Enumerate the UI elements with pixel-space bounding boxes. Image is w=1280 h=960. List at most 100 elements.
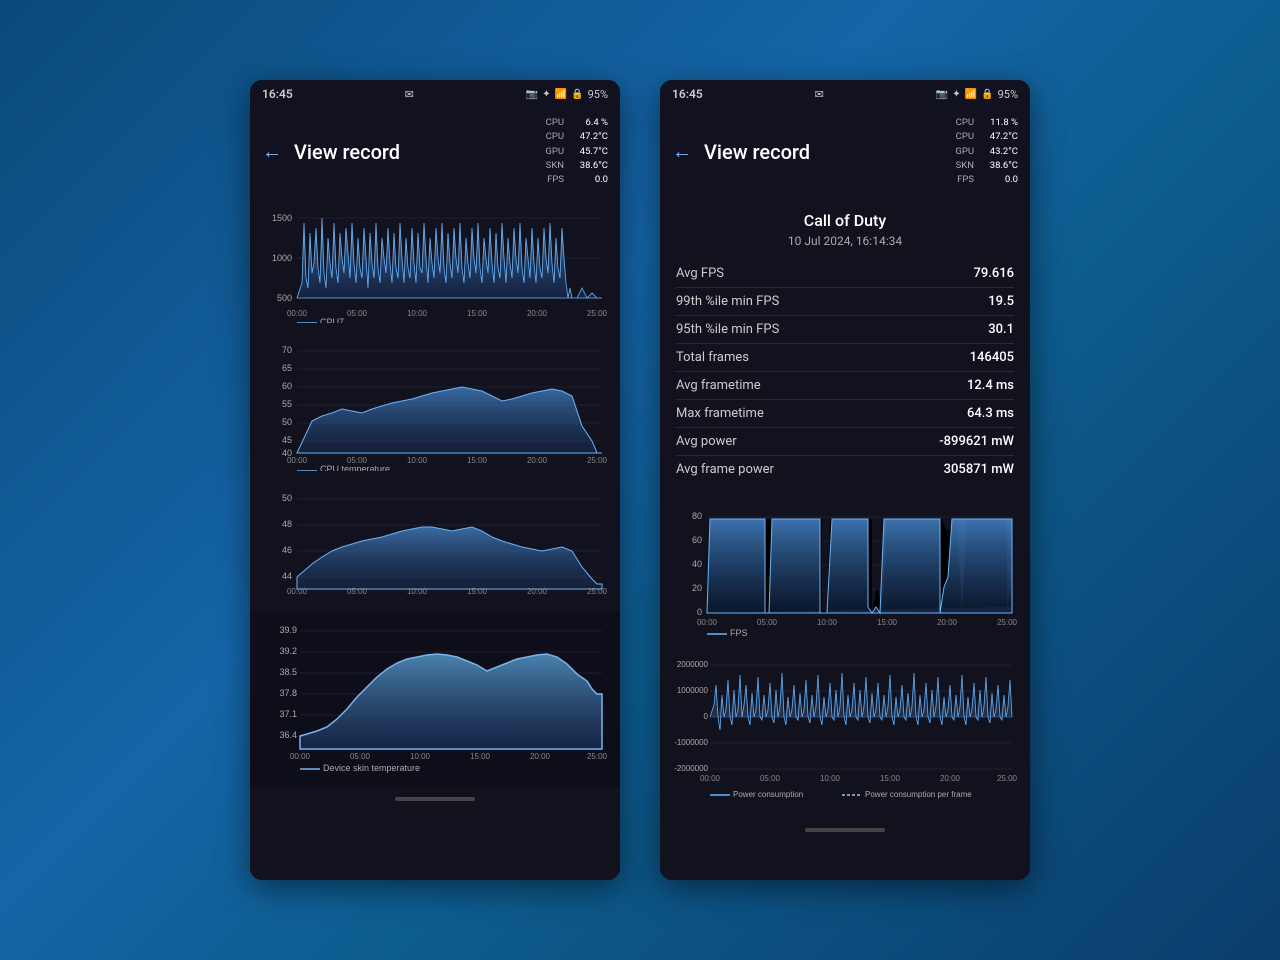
back-button-right[interactable]: ← bbox=[672, 139, 692, 164]
svg-text:36.4: 36.4 bbox=[279, 730, 297, 740]
stat-val-99: 19.5 bbox=[988, 294, 1014, 309]
stat-val-frame-power: 305871 mW bbox=[944, 462, 1014, 477]
svg-text:05:00: 05:00 bbox=[757, 618, 778, 627]
svg-text:10:00: 10:00 bbox=[820, 774, 841, 783]
bluetooth-icon: ✦ bbox=[542, 89, 550, 100]
chart-fps: 80 60 40 20 0 00:00 05:00 10:00 bbox=[660, 499, 1030, 645]
content-right: Call of Duty 10 Jul 2024, 16:14:34 Avg F… bbox=[660, 195, 1030, 880]
stat-name-frame-power: Avg frame power bbox=[676, 462, 774, 477]
svg-text:60: 60 bbox=[282, 381, 292, 391]
wifi-icon: 📶 bbox=[555, 89, 567, 100]
svg-text:0: 0 bbox=[697, 607, 702, 617]
svg-text:500: 500 bbox=[277, 293, 292, 303]
svg-text:10:00: 10:00 bbox=[407, 309, 428, 318]
svg-text:Device skin temperature: Device skin temperature bbox=[323, 763, 420, 773]
svg-text:45: 45 bbox=[282, 435, 292, 445]
svg-text:20: 20 bbox=[692, 583, 702, 593]
stat-row-max-ft: Max frametime 64.3 ms bbox=[676, 400, 1014, 428]
power-svg: 2000000 1000000 0 -1000000 -2000000 00:0… bbox=[672, 655, 1018, 810]
camera-icon-r: 📷 bbox=[936, 89, 948, 100]
status-bar-right: 16:45 ✉ 📷 ✦ 📶 🔒 95% bbox=[660, 80, 1030, 108]
svg-text:15:00: 15:00 bbox=[467, 587, 488, 596]
cpu-temp-svg: 70 65 60 55 50 45 40 00:00 05:00 10:00 bbox=[262, 341, 608, 471]
header-stats-left: CPU6.4 % CPU47.2°C GPU45.7°C SKN38.6°C F… bbox=[545, 116, 608, 187]
stat-val-95: 30.1 bbox=[988, 322, 1014, 337]
svg-text:10:00: 10:00 bbox=[817, 618, 838, 627]
svg-text:40: 40 bbox=[692, 559, 702, 569]
stat-val-max-ft: 64.3 ms bbox=[967, 406, 1014, 421]
svg-text:25:00: 25:00 bbox=[997, 774, 1018, 783]
left-phone: 16:45 ✉ 📷 ✦ 📶 🔒 95% ← View record CPU6.4… bbox=[250, 80, 620, 880]
status-bar-left: 16:45 ✉ 📷 ✦ 📶 🔒 95% bbox=[250, 80, 620, 108]
stat-name-max-ft: Max frametime bbox=[676, 406, 764, 421]
svg-text:39.2: 39.2 bbox=[279, 646, 297, 656]
svg-text:05:00: 05:00 bbox=[347, 587, 368, 596]
game-date: 10 Jul 2024, 16:14:34 bbox=[660, 234, 1030, 248]
svg-text:05:00: 05:00 bbox=[350, 752, 371, 761]
stat-val-frames: 146405 bbox=[970, 350, 1014, 365]
stat-row-frame-power: Avg frame power 305871 mW bbox=[676, 456, 1014, 483]
stats-table: Avg FPS 79.616 99th %ile min FPS 19.5 95… bbox=[660, 260, 1030, 483]
svg-text:1000000: 1000000 bbox=[677, 686, 709, 695]
stat-name-99: 99th %ile min FPS bbox=[676, 294, 779, 309]
stat-val-avg-power: -899621 mW bbox=[939, 434, 1014, 449]
svg-text:05:00: 05:00 bbox=[760, 774, 781, 783]
svg-text:65: 65 bbox=[282, 363, 292, 373]
svg-text:00:00: 00:00 bbox=[290, 752, 311, 761]
wifi-icon-r: 📶 bbox=[965, 89, 977, 100]
header-stats-right: CPU11.8 % CPU47.2°C GPU43.2°C SKN38.6°C … bbox=[955, 116, 1018, 187]
stat-name-avg-fps: Avg FPS bbox=[676, 266, 724, 281]
svg-text:48: 48 bbox=[282, 519, 292, 529]
stat-val-avg-fps: 79.616 bbox=[973, 266, 1014, 281]
chart-cpu-temp: 70 65 60 55 50 45 40 00:00 05:00 10:00 bbox=[250, 333, 620, 479]
svg-text:70: 70 bbox=[282, 345, 292, 355]
svg-text:50: 50 bbox=[282, 417, 292, 427]
stat-name-avg-ft: Avg frametime bbox=[676, 378, 761, 393]
camera-icon: 📷 bbox=[526, 89, 538, 100]
status-time-left: 16:45 bbox=[262, 87, 293, 101]
chart-gpu-temp: 50 48 46 44 00:00 05:00 10:00 15:00 20:0… bbox=[250, 481, 620, 607]
svg-text:Power consumption per frame: Power consumption per frame bbox=[865, 790, 972, 799]
svg-text:50: 50 bbox=[282, 493, 292, 503]
svg-text:10:00: 10:00 bbox=[410, 752, 431, 761]
right-phone: 16:45 ✉ 📷 ✦ 📶 🔒 95% ← View record CPU11.… bbox=[660, 80, 1030, 880]
svg-text:CPU temperature: CPU temperature bbox=[320, 464, 390, 471]
svg-text:37.1: 37.1 bbox=[279, 709, 297, 719]
svg-text:15:00: 15:00 bbox=[467, 456, 488, 465]
gpu-temp-svg: 50 48 46 44 00:00 05:00 10:00 15:00 20:0… bbox=[262, 489, 608, 599]
svg-text:-2000000: -2000000 bbox=[674, 764, 708, 773]
svg-text:60: 60 bbox=[692, 535, 702, 545]
svg-text:15:00: 15:00 bbox=[467, 309, 488, 318]
svg-text:15:00: 15:00 bbox=[877, 618, 898, 627]
page-title-left: View record bbox=[294, 140, 545, 164]
stat-row-avg-fps: Avg FPS 79.616 bbox=[676, 260, 1014, 288]
status-icons-left: 📷 ✦ 📶 🔒 95% bbox=[526, 88, 608, 101]
stat-row-avg-power: Avg power -899621 mW bbox=[676, 428, 1014, 456]
stat-name-95: 95th %ile min FPS bbox=[676, 322, 779, 337]
stat-val-avg-ft: 12.4 ms bbox=[967, 378, 1014, 393]
back-button-left[interactable]: ← bbox=[262, 139, 282, 164]
bluetooth-icon-r: ✦ bbox=[952, 89, 960, 100]
svg-text:20:00: 20:00 bbox=[940, 774, 961, 783]
svg-text:Power consumption: Power consumption bbox=[733, 790, 803, 799]
svg-text:00:00: 00:00 bbox=[700, 774, 721, 783]
battery-text-right: 95% bbox=[998, 88, 1018, 101]
notification-icon-right: ✉ bbox=[815, 88, 824, 101]
svg-text:05:00: 05:00 bbox=[347, 309, 368, 318]
svg-text:15:00: 15:00 bbox=[880, 774, 901, 783]
lock-icon: 🔒 bbox=[571, 89, 583, 100]
svg-text:25:00: 25:00 bbox=[587, 752, 608, 761]
svg-text:0: 0 bbox=[704, 712, 709, 721]
header-right: ← View record CPU11.8 % CPU47.2°C GPU43.… bbox=[660, 108, 1030, 195]
fps-svg: 80 60 40 20 0 00:00 05:00 10:00 bbox=[672, 507, 1018, 637]
svg-text:20:00: 20:00 bbox=[527, 587, 548, 596]
svg-text:FPS: FPS bbox=[730, 628, 748, 637]
chart-skin-temp: 39.9 39.2 38.5 37.8 37.1 36.4 00:00 05:0… bbox=[250, 611, 620, 787]
svg-text:-1000000: -1000000 bbox=[674, 738, 708, 747]
skin-temp-svg: 39.9 39.2 38.5 37.8 37.1 36.4 00:00 05:0… bbox=[262, 619, 608, 779]
svg-text:44: 44 bbox=[282, 571, 292, 581]
game-title: Call of Duty bbox=[660, 195, 1030, 234]
svg-text:38.5: 38.5 bbox=[279, 667, 297, 677]
svg-text:25:00: 25:00 bbox=[587, 587, 608, 596]
svg-text:00:00: 00:00 bbox=[287, 309, 308, 318]
